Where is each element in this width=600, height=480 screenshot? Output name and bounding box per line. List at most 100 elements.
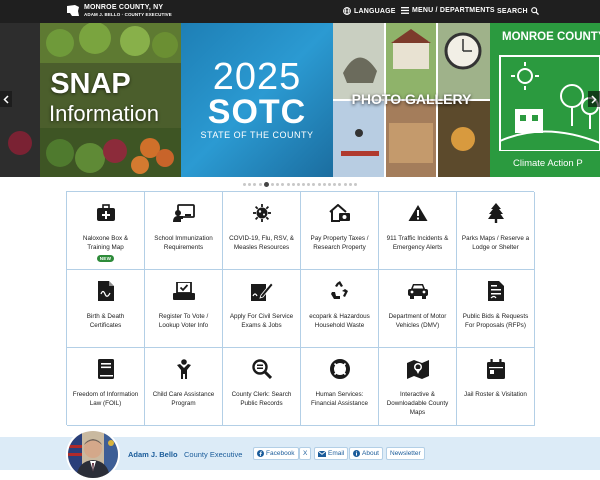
carousel-dot[interactable] xyxy=(353,183,357,186)
newsletter-link[interactable]: Newsletter xyxy=(386,447,425,460)
quick-link-tile[interactable]: Naloxone Box & Training Map NEW xyxy=(67,192,145,270)
search-button[interactable]: SEARCH xyxy=(497,7,539,15)
info-icon xyxy=(353,450,360,457)
quick-link-tile[interactable]: Birth & Death Certificates xyxy=(67,270,145,348)
quick-link-label: County Clerk: Search Public Records xyxy=(231,391,292,407)
logo-title: MONROE COUNTY, NY xyxy=(84,4,164,11)
quick-link-tile[interactable]: Register To Vote / Lookup Voter Info xyxy=(145,270,223,348)
logo-subtitle: ADAM J. BELLO · COUNTY EXECUTIVE xyxy=(84,12,172,17)
quick-link-tile[interactable]: County Clerk: Search Public Records xyxy=(223,348,301,426)
snap-subtitle: Information xyxy=(48,101,160,126)
carousel-dot[interactable] xyxy=(302,183,306,186)
quick-link-tile[interactable]: Child Care Assistance Program xyxy=(145,348,223,426)
carousel-prev-button[interactable] xyxy=(0,91,12,107)
quick-link-label: Pay Property Taxes / Research Property xyxy=(310,235,369,251)
carousel-dot[interactable] xyxy=(343,183,347,186)
quick-link-tile[interactable]: Interactive & Downloadable County Maps xyxy=(379,348,457,426)
slide-photo-gallery[interactable]: PHOTO GALLERY xyxy=(333,23,490,177)
calendar-icon xyxy=(485,358,507,380)
contract-icon xyxy=(485,280,507,302)
quick-link-tile[interactable]: Jail Roster & Visitation xyxy=(457,348,535,426)
facebook-label: Facebook xyxy=(266,450,295,457)
chevron-right-icon xyxy=(591,94,597,104)
house-dollar-icon xyxy=(328,202,351,224)
search-label: SEARCH xyxy=(497,7,528,15)
carousel-pagination xyxy=(0,182,600,187)
quick-link-label: Department of Motor Vehicles (DMV) xyxy=(388,313,447,329)
carousel-dot[interactable] xyxy=(317,183,321,186)
carousel-dot[interactable] xyxy=(328,183,332,186)
quick-link-tile[interactable]: Public Bids & Requests For Proposals (RF… xyxy=(457,270,535,348)
carousel-dot[interactable] xyxy=(263,182,269,187)
carousel-dot[interactable] xyxy=(322,183,326,186)
about-link[interactable]: About xyxy=(349,447,383,460)
quick-link-label: Human Services: Financial Assistance xyxy=(310,391,369,407)
climate-title: MONROE COUNTY xyxy=(502,31,600,43)
quick-link-tile[interactable]: COVID-19, Flu, RSV, & Measles Resources xyxy=(223,192,301,270)
language-button[interactable]: LANGUAGE xyxy=(343,7,396,15)
site-header: MONROE COUNTY, NY ADAM J. BELLO · COUNTY… xyxy=(0,0,600,23)
quick-link-tile[interactable]: Apply For Civil Service Exams & Jobs xyxy=(223,270,301,348)
carousel-dot[interactable] xyxy=(296,183,300,186)
email-link[interactable]: Email xyxy=(314,447,349,460)
carousel-dot[interactable] xyxy=(243,183,247,186)
quick-link-label: Birth & Death Certificates xyxy=(86,313,125,329)
slide-snap-information[interactable]: SNAP Information xyxy=(0,23,181,177)
car-icon xyxy=(407,280,429,302)
magnify-document-icon xyxy=(251,358,273,380)
quick-link-label: Parks Maps / Reserve a Lodge or Shelter xyxy=(461,235,530,251)
quick-link-label: Child Care Assistance Program xyxy=(152,391,215,407)
carousel-dot[interactable] xyxy=(253,183,257,186)
quick-link-label: Jail Roster & Visitation xyxy=(464,391,527,398)
carousel-dot[interactable] xyxy=(333,183,337,186)
avatar xyxy=(66,429,120,480)
executive-portrait-image xyxy=(68,431,118,478)
quick-link-label: Register To Vote / Lookup Voter Info xyxy=(158,313,209,329)
x-link[interactable]: X xyxy=(299,447,312,460)
carousel-dot[interactable] xyxy=(276,183,280,186)
recycle-icon xyxy=(329,280,351,302)
carousel-dot[interactable] xyxy=(248,183,252,186)
carousel-dot[interactable] xyxy=(338,183,342,186)
carousel-dot[interactable] xyxy=(348,183,352,186)
quick-link-tile[interactable]: Freedom of Information Law (FOIL) xyxy=(67,348,145,426)
carousel-dot[interactable] xyxy=(307,183,311,186)
executive-name: Adam J. Bello xyxy=(128,450,178,459)
photo-gallery-title: PHOTO GALLERY xyxy=(351,91,472,107)
quick-link-tile[interactable]: Pay Property Taxes / Research Property xyxy=(301,192,379,270)
executive-title: County Executive xyxy=(184,450,243,459)
carousel-dot[interactable] xyxy=(281,183,285,186)
menu-departments-button[interactable]: MENU / DEPARTMENTS xyxy=(401,7,495,14)
quick-link-tile[interactable]: Parks Maps / Reserve a Lodge or Shelter xyxy=(457,192,535,270)
carousel-next-button[interactable] xyxy=(588,91,600,107)
carousel-dot[interactable] xyxy=(258,183,262,186)
quick-link-label: Naloxone Box & Training Map xyxy=(82,235,129,251)
hero-carousel: SNAP Information 2025 SOTC STATE OF THE … xyxy=(0,23,600,177)
quick-link-label: COVID-19, Flu, RSV, & Measles Resources xyxy=(229,235,294,251)
carousel-dot[interactable] xyxy=(286,183,290,186)
quick-link-tile[interactable]: Human Services: Financial Assistance xyxy=(301,348,379,426)
carousel-dot[interactable] xyxy=(312,183,316,186)
quick-link-tile[interactable]: ecopark & Hazardous Household Waste xyxy=(301,270,379,348)
life-ring-icon xyxy=(329,358,351,380)
x-label: X xyxy=(303,450,308,457)
site-logo[interactable]: MONROE COUNTY, NY ADAM J. BELLO · COUNTY… xyxy=(66,4,172,18)
quick-link-label: Interactive & Downloadable County Maps xyxy=(386,391,449,416)
signature-icon xyxy=(250,280,273,302)
carousel-dot[interactable] xyxy=(291,183,295,186)
facebook-link[interactable]: Facebook xyxy=(253,447,299,460)
tree-icon xyxy=(485,202,507,224)
county-map-icon xyxy=(67,5,79,16)
quick-link-tile[interactable]: 911 Traffic Incidents & Emergency Alerts xyxy=(379,192,457,270)
quick-link-label: Public Bids & Requests For Proposals (RF… xyxy=(462,313,529,329)
quick-link-tile[interactable]: Department of Motor Vehicles (DMV) xyxy=(379,270,457,348)
new-badge: NEW xyxy=(96,254,115,262)
search-icon xyxy=(530,7,539,15)
quick-link-label: Apply For Civil Service Exams & Jobs xyxy=(229,313,294,329)
quick-link-tile[interactable]: School Immunization Requirements xyxy=(145,192,223,270)
envelope-icon xyxy=(318,450,326,457)
carousel-dot[interactable] xyxy=(270,183,274,186)
snap-title: SNAP xyxy=(50,68,131,100)
slide-state-of-the-county[interactable]: 2025 SOTC STATE OF THE COUNTY xyxy=(181,23,333,177)
slide-climate-action[interactable]: MONROE COUNTY Climate Action P xyxy=(490,23,600,177)
